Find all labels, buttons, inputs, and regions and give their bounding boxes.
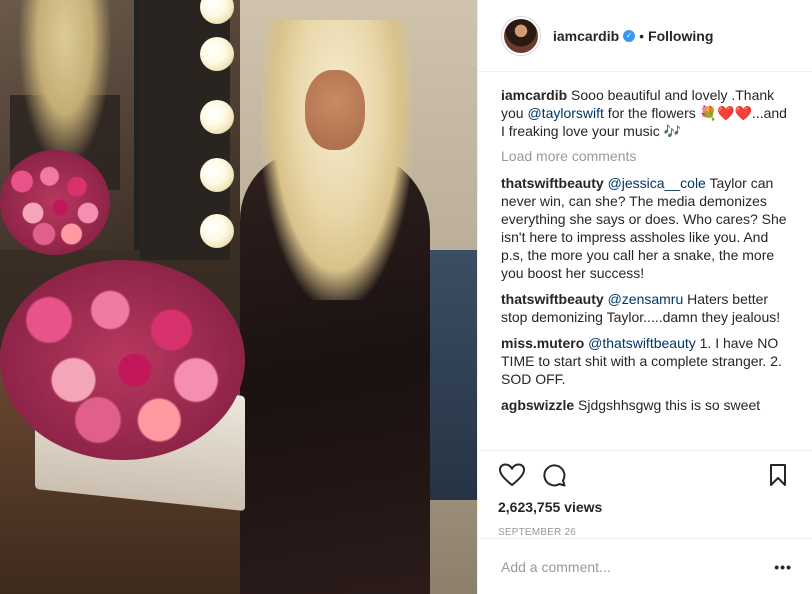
comments-list: iamcardib Sooo beautiful and lovely .Tha… xyxy=(478,72,812,450)
view-count[interactable]: 2,623,755 views xyxy=(498,499,792,515)
list-item: agbswizzle Sjdgshhsgwg this is so sweet xyxy=(501,396,792,414)
photo-bouquet-small xyxy=(0,150,110,255)
like-button[interactable] xyxy=(498,461,526,489)
photo-bouquet-large xyxy=(0,260,245,460)
post-actions: 2,623,755 views SEPTEMBER 26 xyxy=(478,450,812,538)
photo-bulb xyxy=(200,100,234,134)
photo-bulb xyxy=(200,214,234,248)
photo-bulb xyxy=(200,37,234,71)
heart-icon xyxy=(499,463,525,487)
bookmark-icon xyxy=(770,464,786,486)
list-item: thatswiftbeauty @zensamru Haters better … xyxy=(501,290,792,326)
header-separator: • xyxy=(639,27,645,44)
comment-mention-link[interactable]: @jessica__cole xyxy=(608,175,706,191)
add-comment-bar: ••• xyxy=(478,538,812,594)
photo-bulb xyxy=(200,158,234,192)
load-more-comments-button[interactable]: Load more comments xyxy=(501,148,792,164)
comment-mention-link[interactable]: @zensamru xyxy=(608,291,684,307)
following-button[interactable]: Following xyxy=(648,28,713,44)
caption: iamcardib Sooo beautiful and lovely .Tha… xyxy=(501,86,792,140)
comment-text: Sjdgshhsgwg this is so sweet xyxy=(578,397,761,413)
comment-button[interactable] xyxy=(540,461,568,489)
comment-username[interactable]: thatswiftbeauty xyxy=(501,175,604,191)
comment-username[interactable]: miss.mutero xyxy=(501,335,584,351)
post-photo[interactable] xyxy=(0,0,477,594)
save-button[interactable] xyxy=(764,461,792,489)
photo-person-hair xyxy=(262,20,412,300)
post-side-panel: iamcardib ✓ • Following iamcardib Sooo b… xyxy=(477,0,812,594)
photo-person-face xyxy=(305,70,365,150)
comment-mention-link[interactable]: @thatswiftbeauty xyxy=(588,335,696,351)
list-item: miss.mutero @thatswiftbeauty 1. I have N… xyxy=(501,334,792,388)
header-username[interactable]: iamcardib xyxy=(553,28,619,44)
comment-username[interactable]: thatswiftbeauty xyxy=(501,291,604,307)
list-item: thatswiftbeauty @jessica__cole Taylor ca… xyxy=(501,174,792,282)
caption-mention-link[interactable]: @taylorswift xyxy=(527,105,603,121)
instagram-post-modal: iamcardib ✓ • Following iamcardib Sooo b… xyxy=(0,0,812,594)
comment-input[interactable] xyxy=(501,558,775,575)
post-header: iamcardib ✓ • Following xyxy=(478,0,812,72)
verified-badge-icon: ✓ xyxy=(623,29,636,42)
comment-username[interactable]: agbswizzle xyxy=(501,397,574,413)
more-options-button[interactable]: ••• xyxy=(774,559,792,575)
action-icons xyxy=(498,461,792,489)
post-date[interactable]: SEPTEMBER 26 xyxy=(498,527,792,538)
avatar[interactable] xyxy=(501,15,541,56)
comment-icon xyxy=(543,464,566,487)
caption-username[interactable]: iamcardib xyxy=(501,87,567,103)
